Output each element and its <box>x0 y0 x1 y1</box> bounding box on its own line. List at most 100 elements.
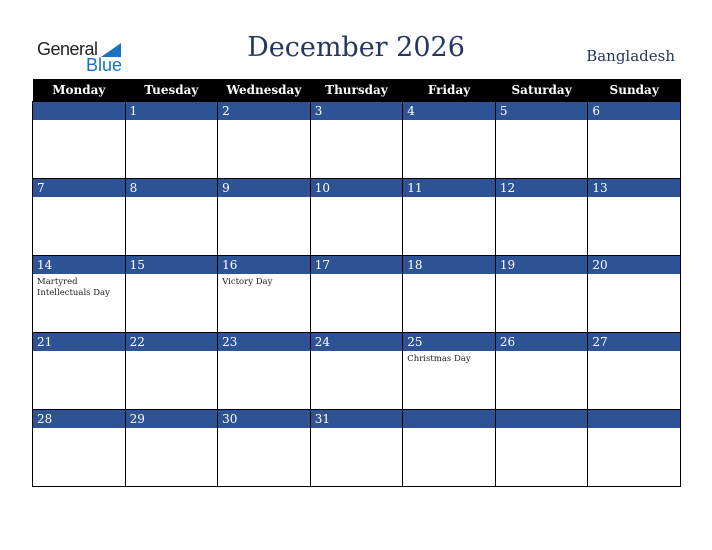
holiday-label <box>126 274 218 280</box>
day-number: 24 <box>310 333 403 351</box>
day-cell[interactable]: 29 <box>124 409 219 487</box>
holiday-label <box>588 197 680 203</box>
day-number: 7 <box>33 179 125 197</box>
day-number: 14 <box>33 256 125 274</box>
day-cell[interactable]: 19 <box>494 255 589 333</box>
holiday-label <box>403 274 495 280</box>
day-cell[interactable]: 18 <box>402 255 496 333</box>
day-cell[interactable]: 6 <box>587 101 681 179</box>
day-number: 27 <box>588 333 680 351</box>
holiday-label <box>311 120 403 126</box>
day-number: 12 <box>495 179 588 197</box>
weekday-header-thursday: Thursday <box>310 79 403 102</box>
day-cell[interactable]: 1 <box>124 101 219 179</box>
holiday-label <box>218 351 310 357</box>
day-cell[interactable]: 3 <box>309 101 404 179</box>
holiday-label <box>588 274 680 280</box>
holiday-label <box>33 197 125 203</box>
day-number: 19 <box>495 256 588 274</box>
day-number: 16 <box>218 256 310 274</box>
weekday-header-row: Monday Tuesday Wednesday Thursday Friday Satu… <box>32 79 681 102</box>
day-cell[interactable]: 15 <box>124 255 219 333</box>
day-number: 21 <box>33 333 125 351</box>
holiday-label <box>496 197 588 203</box>
day-number <box>495 410 588 428</box>
holiday-label <box>218 197 310 203</box>
holiday-label <box>588 428 680 434</box>
holiday-label <box>218 120 310 126</box>
day-number: 23 <box>218 333 310 351</box>
day-number: 22 <box>125 333 218 351</box>
day-number: 26 <box>495 333 588 351</box>
day-cell[interactable]: 14 Martyred Intellectuals Day <box>32 255 126 333</box>
day-cell[interactable]: 4 <box>402 101 496 179</box>
holiday-label <box>311 274 403 280</box>
day-number: 1 <box>125 102 218 120</box>
holiday-label <box>33 351 125 357</box>
holiday-label <box>126 120 218 126</box>
holiday-label <box>218 428 310 434</box>
week-row: 14 Martyred Intellectuals Day 15 16 Victory … <box>32 255 681 333</box>
day-cell[interactable]: 25 Christmas Day <box>402 332 496 410</box>
weekday-header-wednesday: Wednesday <box>217 79 311 102</box>
day-cell[interactable]: 10 <box>309 178 404 256</box>
day-cell[interactable]: 22 <box>124 332 219 410</box>
day-cell[interactable]: 24 <box>309 332 404 410</box>
day-cell[interactable] <box>402 409 496 487</box>
day-number <box>403 410 495 428</box>
weekday-header-tuesday: Tuesday <box>125 79 218 102</box>
weekday-header-monday: Monday <box>32 79 126 102</box>
day-number: 25 <box>403 333 495 351</box>
day-cell[interactable]: 13 <box>587 178 681 256</box>
holiday-label <box>311 428 403 434</box>
holiday-label: Martyred Intellectuals Day <box>37 277 110 298</box>
day-cell[interactable]: 31 <box>309 409 404 487</box>
weekday-header-saturday: Saturday <box>495 79 588 102</box>
day-cell[interactable]: 2 <box>217 101 311 179</box>
day-cell[interactable]: 26 <box>494 332 589 410</box>
holiday-label <box>403 197 495 203</box>
day-cell[interactable] <box>494 409 589 487</box>
holiday-label <box>496 274 588 280</box>
day-cell[interactable]: 17 <box>309 255 404 333</box>
week-row: 7 8 9 10 11 12 13 <box>32 178 681 256</box>
day-cell[interactable]: 5 <box>494 101 589 179</box>
holiday-label <box>33 428 125 434</box>
day-number: 5 <box>495 102 588 120</box>
holiday-label <box>588 351 680 357</box>
day-number: 8 <box>125 179 218 197</box>
holiday-label: Victory Day <box>222 277 273 287</box>
day-number: 6 <box>588 102 680 120</box>
holiday-label <box>588 120 680 126</box>
day-number <box>588 410 680 428</box>
day-number: 20 <box>588 256 680 274</box>
day-cell[interactable]: 7 <box>32 178 126 256</box>
day-number: 3 <box>310 102 403 120</box>
weekday-header-sunday: Sunday <box>587 79 681 102</box>
day-cell[interactable]: 9 <box>217 178 311 256</box>
holiday-label <box>126 351 218 357</box>
day-cell[interactable]: 11 <box>402 178 496 256</box>
day-cell[interactable] <box>32 101 126 179</box>
day-cell[interactable]: 16 Victory Day <box>217 255 311 333</box>
day-number: 13 <box>588 179 680 197</box>
holiday-label <box>311 197 403 203</box>
day-number: 11 <box>403 179 495 197</box>
day-cell[interactable]: 30 <box>217 409 311 487</box>
day-cell[interactable]: 12 <box>494 178 589 256</box>
day-cell[interactable]: 27 <box>587 332 681 410</box>
day-number: 18 <box>403 256 495 274</box>
week-row: 28 29 30 31 <box>32 409 681 487</box>
holiday-label <box>496 428 588 434</box>
day-cell[interactable]: 8 <box>124 178 219 256</box>
day-cell[interactable]: 21 <box>32 332 126 410</box>
holiday-label <box>496 351 588 357</box>
day-cell[interactable]: 20 <box>587 255 681 333</box>
day-number: 10 <box>310 179 403 197</box>
holiday-label <box>311 351 403 357</box>
country-label: Bangladesh <box>586 47 675 65</box>
day-number: 28 <box>33 410 125 428</box>
day-cell[interactable]: 23 <box>217 332 311 410</box>
day-cell[interactable]: 28 <box>32 409 126 487</box>
day-cell[interactable] <box>587 409 681 487</box>
